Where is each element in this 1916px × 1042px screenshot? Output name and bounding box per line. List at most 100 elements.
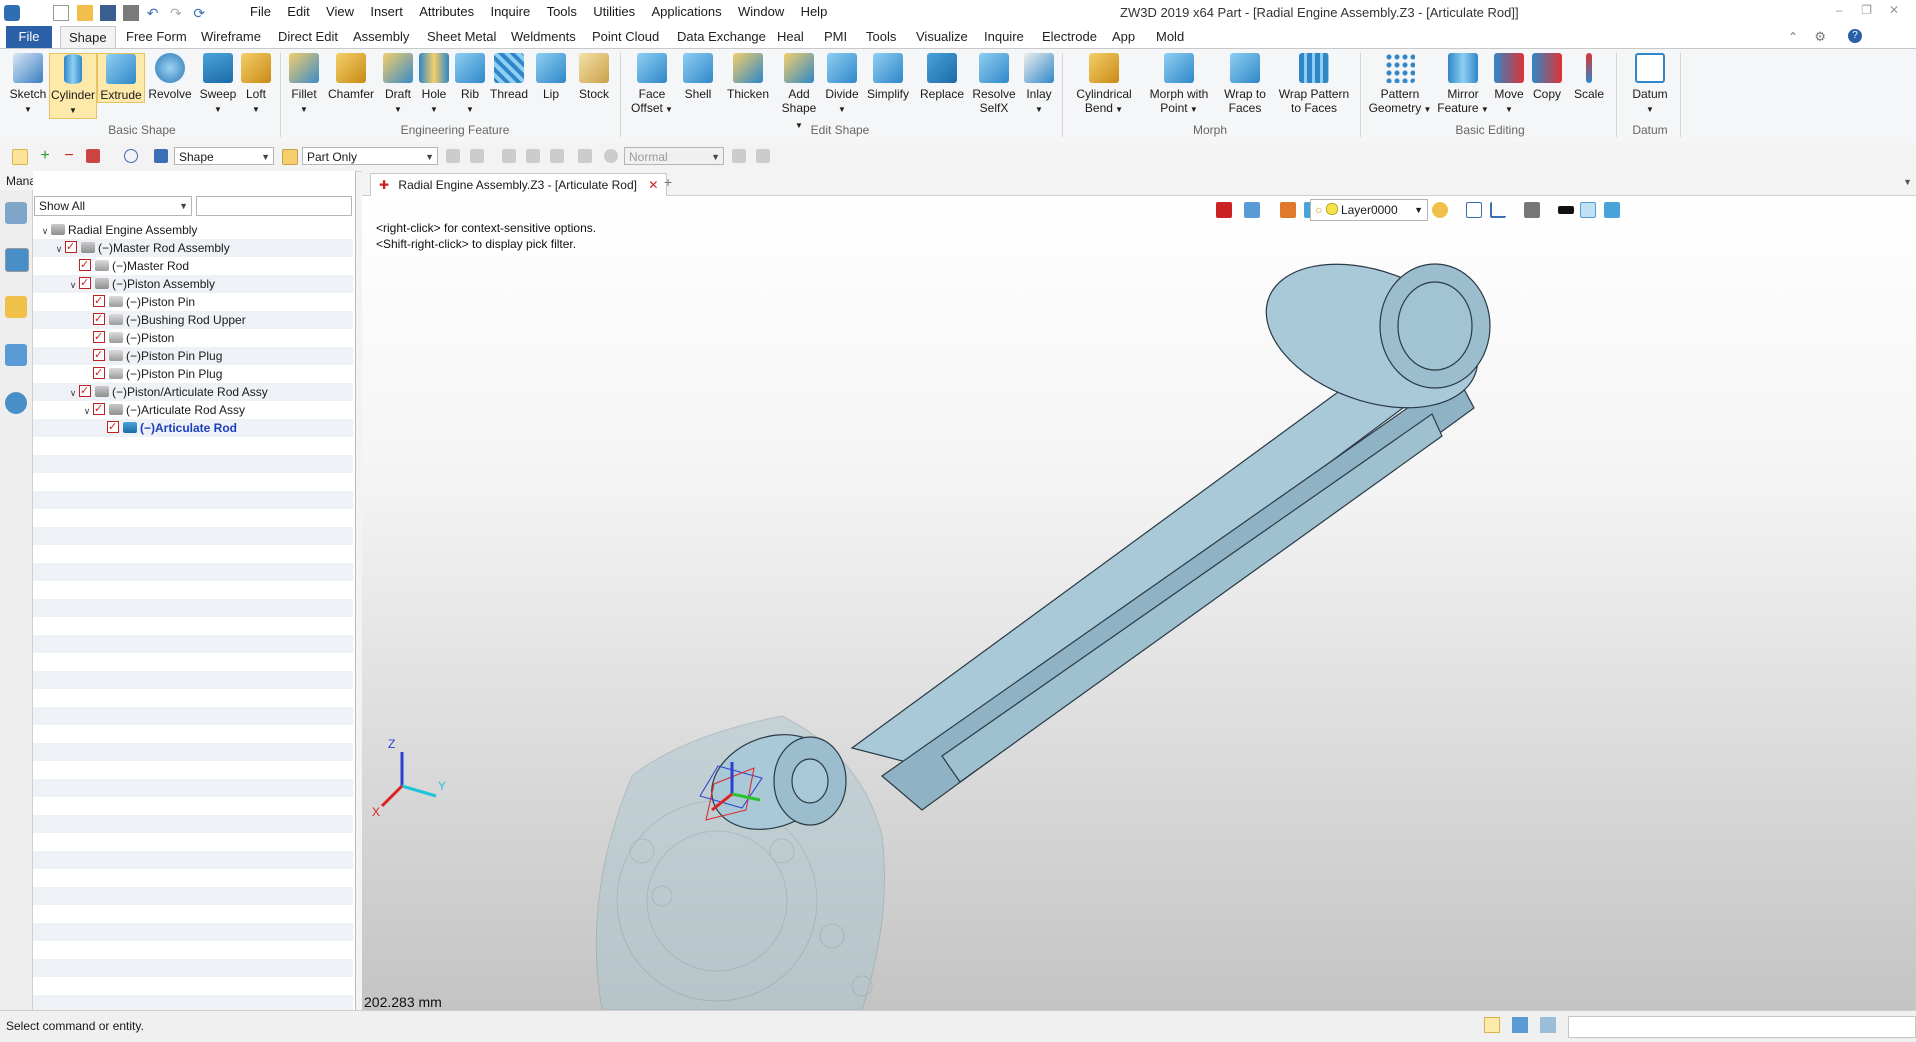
cylinder-button[interactable]: Cylinder ▼ xyxy=(49,53,97,119)
move-button[interactable]: Move ▼ xyxy=(1492,53,1526,117)
visibility-checkbox[interactable] xyxy=(93,346,105,364)
tool-icon[interactable] xyxy=(446,149,460,163)
replace-button[interactable]: Replace xyxy=(918,53,966,101)
tab-weldments[interactable]: Weldments xyxy=(503,26,584,48)
mode-combo[interactable]: Normal ▼ xyxy=(624,147,724,165)
tab-data-exchange[interactable]: Data Exchange xyxy=(669,26,774,48)
menu-applications[interactable]: Applications xyxy=(652,4,722,19)
tree-item[interactable]: (−)Articulate Rod xyxy=(95,418,237,437)
pick-arrow-icon[interactable] xyxy=(12,149,28,165)
redo-icon[interactable]: ↷ xyxy=(170,5,186,21)
filter-icon[interactable] xyxy=(86,149,100,163)
collapse-ribbon-icon[interactable]: ⌃ xyxy=(1788,30,1798,44)
visibility-checkbox[interactable] xyxy=(79,274,91,292)
tool-icon[interactable] xyxy=(578,149,592,163)
tree-item[interactable]: ∨ (−)Master Rod Assembly xyxy=(53,238,230,257)
menu-file[interactable]: File xyxy=(250,4,271,19)
revolve-button[interactable]: Revolve xyxy=(148,53,192,101)
expand-chevron-icon[interactable]: ∨ xyxy=(67,276,79,294)
tab-sheet-metal[interactable]: Sheet Metal xyxy=(419,26,504,48)
shell-button[interactable]: Shell xyxy=(680,53,716,101)
tab-list-icon[interactable]: ▼ xyxy=(1903,177,1912,187)
tab-free-form[interactable]: Free Form xyxy=(118,26,195,48)
visibility-checkbox[interactable] xyxy=(93,310,105,328)
tree-item[interactable]: ∨ (−)Piston Assembly xyxy=(67,274,215,294)
tab-file[interactable]: File xyxy=(6,26,52,48)
morph-with-point-button[interactable]: Morph with Point ▼ xyxy=(1144,53,1214,117)
scope-combo[interactable]: Part Only ▼ xyxy=(302,147,438,165)
resolve-selfx-button[interactable]: Resolve SelfX xyxy=(970,53,1018,115)
tab-app[interactable]: App xyxy=(1104,26,1143,48)
assembly-tree-icon[interactable] xyxy=(5,248,29,272)
loft-button[interactable]: Loft ▼ xyxy=(238,53,274,117)
pattern-geometry-button[interactable]: Pattern Geometry ▼ xyxy=(1368,53,1432,117)
chamfer-button[interactable]: Chamfer xyxy=(326,53,376,101)
tab-shape[interactable]: Shape xyxy=(60,26,116,49)
tree-item[interactable]: (−)Piston Pin Plug xyxy=(81,346,222,365)
cylindrical-bend-button[interactable]: Cylindrical Bend ▼ xyxy=(1070,53,1138,117)
circle-select-icon[interactable] xyxy=(124,149,138,163)
menu-attributes[interactable]: Attributes xyxy=(419,4,474,19)
image-icon[interactable] xyxy=(5,344,27,366)
wrap-to-faces-button[interactable]: Wrap to Faces xyxy=(1218,53,1272,115)
scale-button[interactable]: Scale xyxy=(1572,53,1606,101)
filter-combo[interactable]: Shape ▼ xyxy=(174,147,274,165)
settings-icon[interactable]: ⚙ xyxy=(1814,29,1826,45)
regen-icon[interactable]: ⟳ xyxy=(193,5,209,21)
open-file-icon[interactable] xyxy=(76,5,93,21)
panel-icon[interactable] xyxy=(1540,1017,1556,1033)
menu-edit[interactable]: Edit xyxy=(287,4,309,19)
tab-close-icon[interactable]: ✕ xyxy=(648,178,658,192)
sketch-button[interactable]: Sketch ▼ xyxy=(6,53,50,117)
visibility-checkbox[interactable] xyxy=(79,382,91,400)
tree-item[interactable]: (−)Bushing Rod Upper xyxy=(81,310,246,329)
screen-icon[interactable] xyxy=(1512,1017,1528,1033)
copy-button[interactable]: Copy xyxy=(1530,53,1564,101)
lip-button[interactable]: Lip xyxy=(536,53,566,101)
shape-filter-icon[interactable] xyxy=(154,149,168,163)
history-icon[interactable] xyxy=(5,202,27,224)
thicken-button[interactable]: Thicken xyxy=(724,53,772,101)
tab-point-cloud[interactable]: Point Cloud xyxy=(584,26,667,48)
remove-icon[interactable]: − xyxy=(62,148,76,164)
tab-mold[interactable]: Mold xyxy=(1148,26,1192,48)
tab-pmi[interactable]: PMI xyxy=(816,26,855,48)
app-logo-icon[interactable] xyxy=(4,5,20,21)
gear-disabled-icon[interactable] xyxy=(604,149,618,163)
tree-item[interactable]: (−)Piston Pin Plug xyxy=(81,364,222,383)
tab-wireframe[interactable]: Wireframe xyxy=(193,26,269,48)
tab-assembly[interactable]: Assembly xyxy=(345,26,417,48)
expand-chevron-icon[interactable]: ∨ xyxy=(67,384,79,402)
new-tab-icon[interactable]: + xyxy=(664,174,672,190)
hole-button[interactable]: Hole ▼ xyxy=(418,53,450,117)
wrap-pattern-button[interactable]: Wrap Pattern to Faces xyxy=(1276,53,1352,115)
tab-direct-edit[interactable]: Direct Edit xyxy=(270,26,346,48)
tool-icon[interactable] xyxy=(470,149,484,163)
divide-button[interactable]: Divide ▼ xyxy=(822,53,862,117)
tab-electrode[interactable]: Electrode xyxy=(1034,26,1105,48)
simplify-button[interactable]: Simplify xyxy=(864,53,912,101)
close-icon[interactable]: ✕ xyxy=(1882,3,1906,17)
menu-insert[interactable]: Insert xyxy=(370,4,403,19)
save-icon[interactable] xyxy=(100,5,117,21)
show-filter-combo[interactable]: Show All ▼ xyxy=(34,196,192,216)
fillet-button[interactable]: Fillet ▼ xyxy=(286,53,322,117)
tree-item[interactable]: (−)Piston Pin xyxy=(81,292,195,311)
tree-item[interactable]: (−)Piston xyxy=(81,328,174,347)
menu-view[interactable]: View xyxy=(326,4,354,19)
visibility-checkbox[interactable] xyxy=(93,400,105,418)
visibility-checkbox[interactable] xyxy=(93,364,105,382)
menu-help[interactable]: Help xyxy=(801,4,828,19)
stock-button[interactable]: Stock xyxy=(576,53,612,101)
sweep-button[interactable]: Sweep ▼ xyxy=(196,53,240,117)
tab-tools[interactable]: Tools xyxy=(858,26,904,48)
visibility-checkbox[interactable] xyxy=(93,292,105,310)
restore-icon[interactable]: ❐ xyxy=(1855,3,1879,17)
print-icon[interactable] xyxy=(123,5,140,21)
tool-icon[interactable] xyxy=(502,149,516,163)
tree-item[interactable]: ∨ (−)Piston/Articulate Rod Assy xyxy=(67,382,268,402)
menu-utilities[interactable]: Utilities xyxy=(593,4,635,19)
tool-icon[interactable] xyxy=(550,149,564,163)
command-input[interactable] xyxy=(1568,1016,1916,1038)
tree-item[interactable]: ∨ (−)Articulate Rod Assy xyxy=(81,400,245,419)
